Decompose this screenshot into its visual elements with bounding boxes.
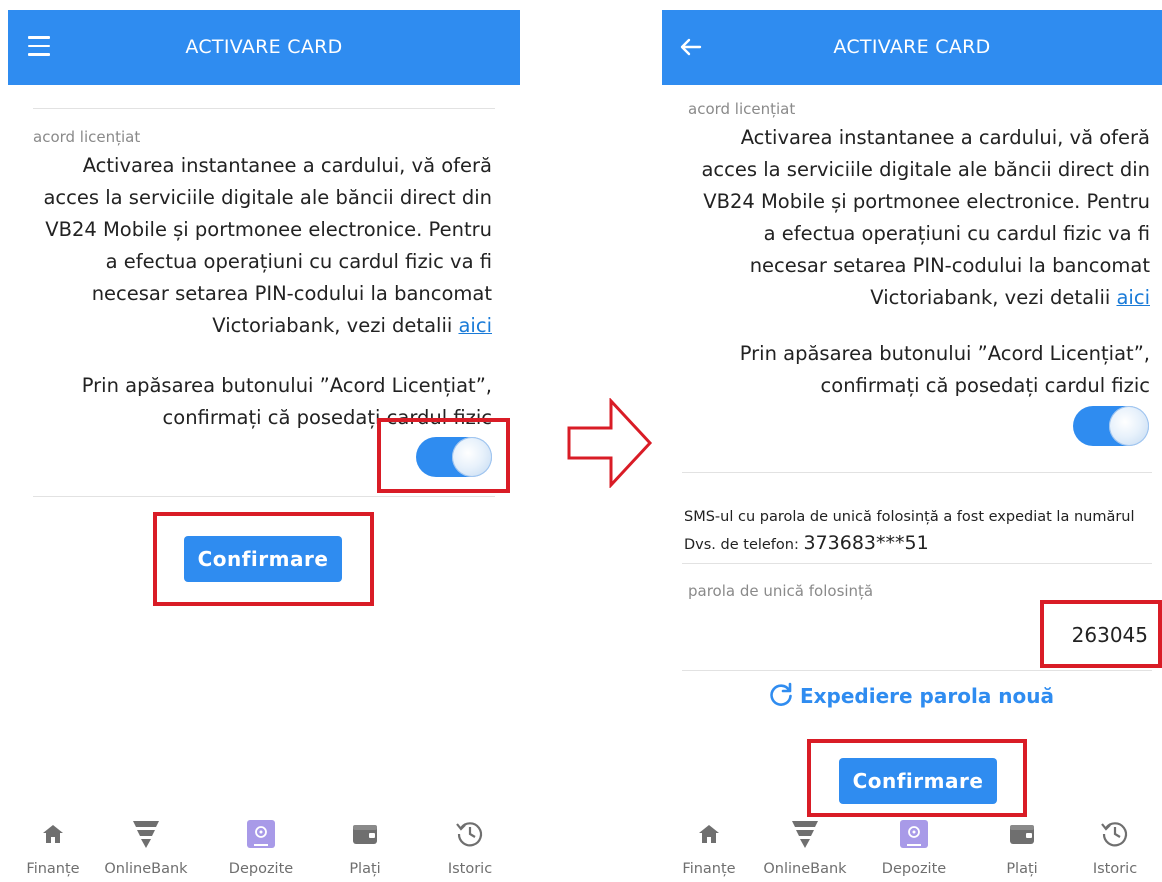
confirm-statement: Prin apăsarea butonului ”Acord Licențiat… (670, 338, 1150, 402)
victoriabank-logo-icon (792, 821, 818, 848)
bottom-nav: Finanțe OnlineBank Depozite Plați Istori… (660, 817, 1162, 882)
nav-item-onlinebank[interactable]: OnlineBank (760, 817, 850, 877)
home-icon (43, 825, 63, 843)
agreement-line: Activarea instantanee a cardului, vă ofe… (740, 126, 1150, 149)
nav-item-plati[interactable]: Plați (320, 817, 410, 877)
bottom-nav: Finanțe OnlineBank Depozite Plați Istori… (0, 817, 520, 882)
agreement-line: VB24 Mobile și portmonee electronice. Pe… (45, 218, 492, 241)
app-header: ACTIVARE CARD (8, 10, 520, 85)
agreement-line: Victoriabank, vezi detalii aici (12, 310, 492, 342)
agreement-line: a efectua operațiuni cu cardul fizic va … (105, 250, 492, 273)
nav-label: Istoric (1092, 861, 1138, 877)
agreement-line: acces la serviciile digitale ale băncii … (43, 186, 492, 209)
history-icon (1101, 822, 1128, 847)
agreement-line: necesar setarea PIN-codului la bancomat (91, 282, 492, 305)
agreement-text: Activarea instantanee a cardului, vă ofe… (12, 150, 492, 342)
agreement-toggle[interactable] (1073, 406, 1149, 446)
agreement-line-text: Victoriabank, vezi detalii (870, 286, 1111, 309)
nav-item-onlinebank[interactable]: OnlineBank (101, 817, 191, 877)
details-link[interactable]: aici (458, 314, 492, 337)
nav-label: Depozite (881, 861, 947, 877)
highlight-box (807, 739, 1027, 817)
confirm-line: Prin apăsarea butonului ”Acord Licențiat… (81, 374, 492, 397)
victoriabank-logo-icon (133, 821, 159, 848)
confirm-line: Prin apăsarea butonului ”Acord Licențiat… (739, 342, 1150, 365)
sms-prefix: Dvs. de telefon: (684, 537, 799, 553)
app-header: ACTIVARE CARD (662, 10, 1162, 85)
highlight-box (153, 512, 374, 606)
nav-item-finante[interactable]: Finanțe (8, 817, 98, 877)
nav-item-depozite[interactable]: Depozite (869, 817, 959, 877)
sms-info: SMS-ul cu parola de unică folosință a fo… (684, 504, 1162, 558)
details-link[interactable]: aici (1116, 286, 1150, 309)
nav-label: Finanțe (26, 861, 80, 877)
page-title: ACTIVARE CARD (833, 36, 991, 58)
sms-line: SMS-ul cu parola de unică folosință a fo… (684, 509, 1135, 525)
highlight-box (1040, 600, 1162, 668)
resend-password-link[interactable]: Expediere parola nouă (660, 682, 1162, 708)
agreement-label: acord licențiat (33, 128, 141, 146)
screen-after: ACTIVARE CARD acord licențiat Activarea … (660, 0, 1162, 882)
screen-before: ACTIVARE CARD acord licențiat Activarea … (0, 0, 520, 882)
agreement-line: Activarea instantanee a cardului, vă ofe… (82, 154, 492, 177)
nav-label: Depozite (228, 861, 294, 877)
history-icon (456, 822, 483, 847)
toggle-knob (1109, 406, 1149, 446)
nav-item-istoric[interactable]: Istoric (1070, 817, 1160, 877)
wallet-icon (353, 825, 377, 844)
agreement-line-text: Victoriabank, vezi detalii (212, 314, 453, 337)
flow-arrow-icon (567, 398, 653, 488)
nav-item-istoric[interactable]: Istoric (425, 817, 515, 877)
agreement-label: acord licențiat (688, 100, 796, 118)
divider (682, 472, 1152, 473)
agreement-line: VB24 Mobile și portmonee electronice. Pe… (703, 190, 1150, 213)
highlight-box (377, 418, 510, 493)
confirm-line: confirmați că posedați cardul fizic (820, 374, 1150, 397)
nav-label: Plați (1006, 861, 1038, 877)
nav-item-finante[interactable]: Finanțe (664, 817, 754, 877)
sms-line: Dvs. de telefon: 373683***51 (684, 530, 1162, 558)
agreement-line: necesar setarea PIN-codului la bancomat (749, 254, 1150, 277)
agreement-line: acces la serviciile digitale ale băncii … (701, 158, 1150, 181)
page-title: ACTIVARE CARD (185, 36, 343, 58)
nav-label: Finanțe (682, 861, 736, 877)
divider (33, 496, 495, 497)
nav-label: OnlineBank (763, 861, 847, 877)
agreement-line: a efectua operațiuni cu cardul fizic va … (763, 222, 1150, 245)
otp-label: parola de unică folosință (688, 582, 874, 600)
nav-item-depozite[interactable]: Depozite (216, 817, 306, 877)
divider (682, 670, 1152, 671)
wallet-icon (1010, 825, 1034, 844)
deposit-safe-icon (900, 820, 928, 848)
nav-label: OnlineBank (104, 861, 188, 877)
deposit-safe-icon (247, 820, 275, 848)
home-icon (699, 825, 719, 843)
nav-label: Plați (349, 861, 381, 877)
resend-label: Expediere parola nouă (799, 684, 1054, 708)
divider (682, 563, 1152, 564)
nav-item-plati[interactable]: Plați (977, 817, 1067, 877)
nav-label: Istoric (447, 861, 493, 877)
agreement-text: Activarea instantanee a cardului, vă ofe… (670, 122, 1150, 314)
divider (33, 108, 495, 109)
refresh-icon (770, 682, 792, 706)
agreement-line: Victoriabank, vezi detalii aici (670, 282, 1150, 314)
phone-number: 373683***51 (803, 532, 929, 554)
